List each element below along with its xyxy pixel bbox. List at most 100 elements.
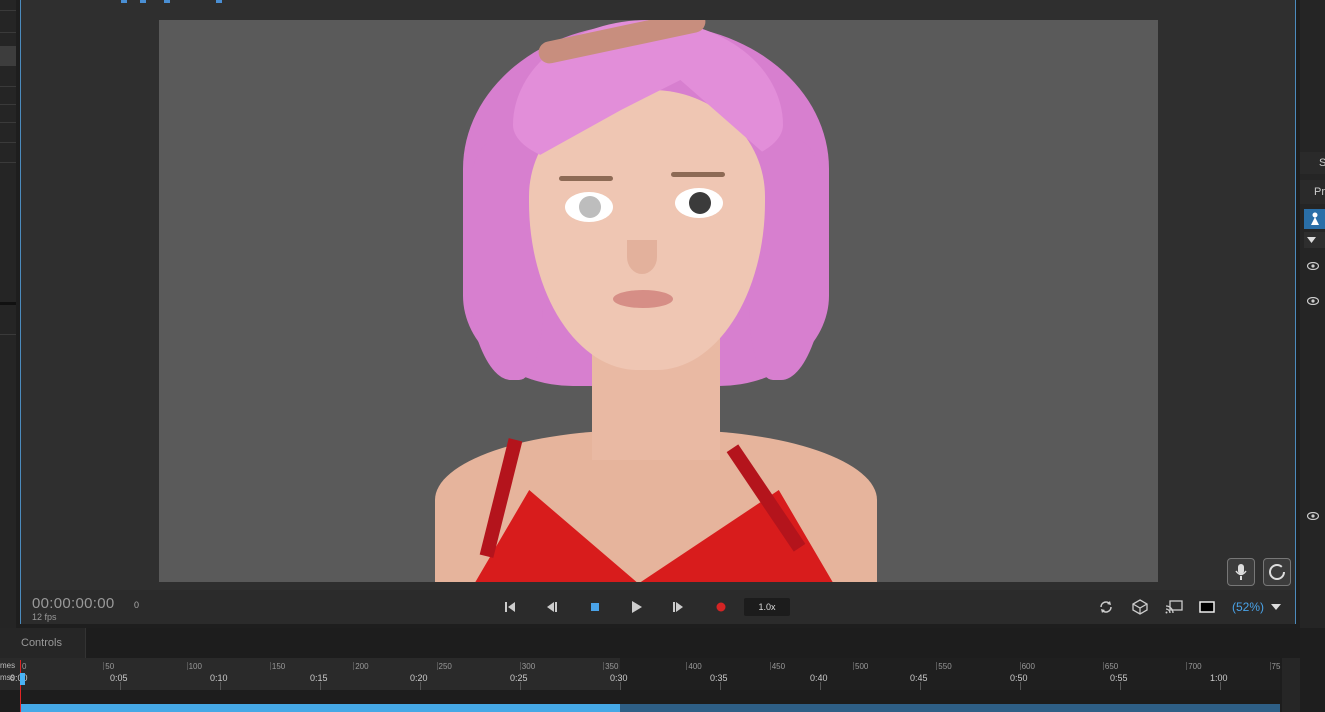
- ruler-tick: [1102, 662, 1104, 670]
- ruler-tick: [519, 662, 521, 670]
- character-lips: [613, 290, 673, 308]
- zoom-dropdown-button[interactable]: [1267, 598, 1285, 616]
- ruler-tick: [686, 662, 688, 670]
- ruler-time-label: 1:00: [1210, 673, 1228, 683]
- record-button[interactable]: [712, 598, 730, 616]
- ruler-tick: [1019, 662, 1021, 670]
- ruler-tick: [620, 682, 621, 690]
- ruler-frames-label: mes: [0, 661, 16, 670]
- ruler-tick: [186, 662, 188, 670]
- loop-button[interactable]: [1097, 598, 1115, 616]
- ruler-frame-label: 450: [771, 662, 786, 671]
- step-back-button[interactable]: [543, 598, 561, 616]
- ruler-time-label: 0:20: [410, 673, 428, 683]
- timeline-scrollbar[interactable]: [1282, 658, 1300, 712]
- skip-to-start-button[interactable]: [501, 598, 519, 616]
- refresh-button[interactable]: [1263, 558, 1291, 586]
- ruler-tick: [853, 662, 854, 670]
- render-canvas[interactable]: [159, 20, 1158, 582]
- stop-icon: [591, 603, 599, 611]
- character-eye-right: [675, 188, 723, 218]
- ruler-tick: [220, 682, 221, 690]
- left-strip-divider: [0, 162, 16, 163]
- eye-icon[interactable]: [1307, 297, 1319, 305]
- right-panel: [1300, 0, 1325, 628]
- ruler-frame-label: 300: [521, 662, 536, 671]
- ruler-frame-label: 700: [1188, 662, 1202, 671]
- playhead-handle[interactable]: [20, 673, 25, 685]
- toolbar-mark-icon[interactable]: [164, 0, 170, 3]
- microphone-icon: [1235, 564, 1247, 580]
- ruler-frame-label: 500: [855, 662, 869, 671]
- character-brow-left: [559, 176, 613, 181]
- ruler-tick: [820, 682, 821, 690]
- character-nose: [627, 240, 657, 274]
- dropdown-arrow-icon: [1271, 604, 1281, 610]
- camera-cube-button[interactable]: [1131, 598, 1149, 616]
- ruler-tick: [720, 682, 721, 690]
- character-iris: [689, 192, 711, 214]
- person-item-selected[interactable]: [1304, 209, 1325, 229]
- ruler-frame-label: 75: [1271, 662, 1281, 671]
- ruler-tick: [120, 682, 121, 690]
- transport-bar: 00:00:00:00 12 fps 0 1.0x (52%): [21, 590, 1295, 624]
- play-icon: [632, 601, 642, 613]
- ruler-time-label: 0:25: [510, 673, 528, 683]
- stop-button[interactable]: [586, 598, 604, 616]
- ruler-tick: [103, 662, 105, 670]
- step-forward-button[interactable]: [669, 598, 687, 616]
- aspect-frame-button[interactable]: [1198, 598, 1216, 616]
- record-icon: [716, 602, 726, 612]
- ruler-tick: [353, 662, 355, 670]
- left-strip-divider: [0, 32, 16, 33]
- collapse-arrow-icon: [1307, 237, 1316, 243]
- microphone-button[interactable]: [1227, 558, 1255, 586]
- ruler-time-label: 0:05: [110, 673, 128, 683]
- left-strip-divider: [0, 142, 16, 143]
- ruler-frame-label: 650: [1104, 662, 1119, 671]
- ruler-frame-label: 150: [271, 662, 286, 671]
- toolbar-mark-icon[interactable]: [121, 0, 127, 3]
- refresh-circle-icon: [1269, 564, 1285, 580]
- eye-icon[interactable]: [1307, 262, 1319, 270]
- camera-cube-icon: [1132, 599, 1148, 615]
- ruler-tick: [1269, 662, 1271, 670]
- character-iris: [579, 196, 601, 218]
- play-button[interactable]: [628, 598, 646, 616]
- ruler-frame-label: 350: [605, 662, 619, 671]
- eye-icon[interactable]: [1307, 512, 1319, 520]
- person-icon: [1311, 212, 1319, 225]
- collapse-row[interactable]: [1304, 232, 1325, 248]
- toolbar-mark-icon[interactable]: [216, 0, 222, 3]
- ruler-frame-label: 550: [938, 662, 952, 671]
- ruler-tick: [1220, 682, 1221, 690]
- controls-tab[interactable]: Controls: [0, 628, 86, 658]
- ruler-tick: [769, 662, 771, 670]
- ruler-time-label: 0:50: [1010, 673, 1028, 683]
- cast-button[interactable]: [1165, 598, 1183, 616]
- ruler-time-label: 0:10: [210, 673, 228, 683]
- ruler-tick: [436, 662, 438, 670]
- cast-icon: [1165, 600, 1183, 614]
- frame-counter: 0: [134, 600, 140, 610]
- ruler-tick: [520, 682, 521, 690]
- timeline-active-range[interactable]: [20, 704, 620, 712]
- left-strip-selected-item[interactable]: [0, 46, 16, 66]
- ruler-frame-label: 600: [1021, 662, 1035, 671]
- ruler-time-label: 0:35: [710, 673, 728, 683]
- left-strip-divider: [0, 104, 16, 105]
- viewport-top-toolbar: [118, 0, 238, 4]
- ruler-tick: [320, 682, 321, 690]
- right-panel-section-header[interactable]: Pr: [1300, 180, 1325, 204]
- skip-to-start-icon: [505, 602, 515, 612]
- zoom-level[interactable]: (52%): [1232, 600, 1264, 614]
- ruler-tick: [420, 682, 421, 690]
- ruler-tick: [1020, 682, 1021, 690]
- ruler-tick: [936, 662, 938, 670]
- ruler-frame-label: 400: [688, 662, 702, 671]
- right-panel-tab[interactable]: S: [1300, 152, 1325, 174]
- left-strip-divider: [0, 122, 16, 123]
- playback-speed-selector[interactable]: 1.0x: [744, 598, 790, 616]
- toolbar-mark-icon[interactable]: [140, 0, 146, 3]
- playhead-line[interactable]: [20, 660, 21, 712]
